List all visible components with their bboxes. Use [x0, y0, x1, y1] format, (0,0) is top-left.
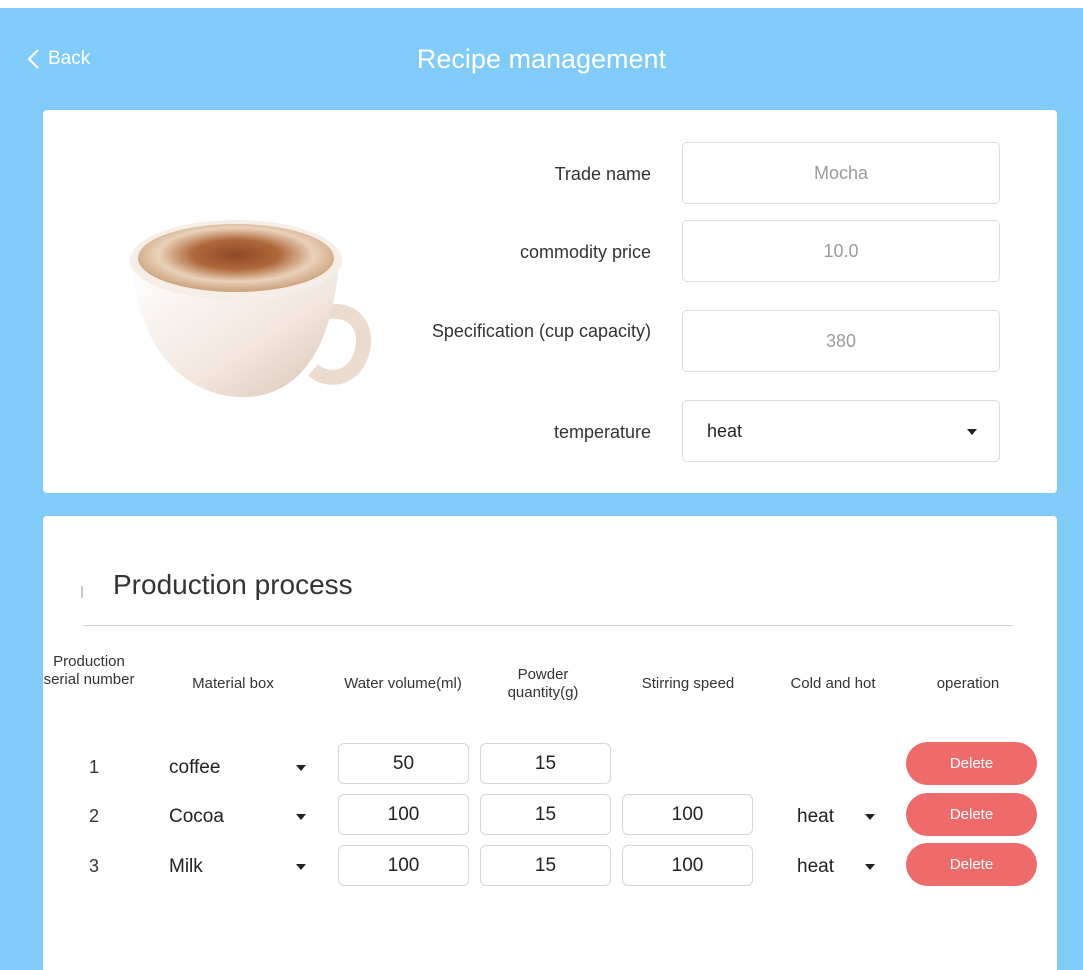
water-volume-input[interactable]: 50: [338, 743, 469, 784]
material-select[interactable]: Milk: [169, 856, 203, 878]
column-header-speed: Stirring speed: [641, 675, 735, 692]
water-volume-input[interactable]: 100: [338, 845, 469, 886]
commodity-price-label: commodity price: [519, 242, 651, 262]
caret-down-icon[interactable]: [865, 864, 875, 870]
page-title: Recipe management: [416, 44, 667, 74]
header-bar: Back Recipe management: [0, 8, 1083, 108]
column-header-water: Water volume(ml): [344, 675, 462, 692]
row-serial: 3: [88, 856, 99, 876]
stirring-speed-input[interactable]: 100: [622, 794, 753, 835]
cold-hot-select[interactable]: heat: [797, 806, 834, 828]
temperature-value: heat: [707, 420, 743, 441]
column-header-cold-hot: Cold and hot: [790, 675, 876, 692]
section-divider: [83, 625, 1013, 626]
trade-name-field[interactable]: Mocha: [682, 142, 1000, 204]
delete-button[interactable]: Delete: [906, 742, 1037, 785]
specification-label: Specification (cup capacity): [431, 321, 651, 341]
column-header-powder: Powder quantity(g): [507, 666, 579, 701]
column-header-material: Material box: [192, 675, 274, 692]
temperature-label: temperature: [553, 422, 651, 442]
top-margin: [0, 0, 1083, 8]
cold-hot-select[interactable]: heat: [797, 856, 834, 878]
caret-down-icon[interactable]: [296, 814, 306, 820]
specification-field[interactable]: 380: [682, 310, 1000, 372]
caret-down-icon[interactable]: [296, 765, 306, 771]
product-image: [130, 220, 371, 398]
section-marker: [81, 586, 83, 598]
delete-button[interactable]: Delete: [906, 793, 1037, 836]
commodity-price-field[interactable]: 10.0: [682, 220, 1000, 282]
powder-quantity-input[interactable]: 15: [480, 743, 611, 784]
stirring-speed-input[interactable]: 100: [622, 845, 753, 886]
row-serial: 2: [88, 806, 99, 826]
powder-quantity-input[interactable]: 15: [480, 845, 611, 886]
column-header-operation: operation: [936, 675, 1000, 692]
caret-down-icon: [967, 429, 977, 435]
row-serial: 1: [88, 757, 99, 777]
caret-down-icon[interactable]: [296, 864, 306, 870]
material-select[interactable]: Cocoa: [169, 806, 224, 828]
trade-name-label: Trade name: [554, 164, 651, 184]
delete-button[interactable]: Delete: [906, 843, 1037, 886]
temperature-select[interactable]: heat: [682, 400, 1000, 462]
section-title: Production process: [113, 569, 353, 600]
column-header-serial: Production serial number: [43, 653, 135, 688]
product-card: Trade name Mocha commodity price 10.0 Sp…: [43, 110, 1057, 493]
material-select[interactable]: coffee: [169, 757, 220, 779]
powder-quantity-input[interactable]: 15: [480, 794, 611, 835]
process-card: Production process Production serial num…: [43, 516, 1057, 970]
water-volume-input[interactable]: 100: [338, 794, 469, 835]
caret-down-icon[interactable]: [865, 814, 875, 820]
